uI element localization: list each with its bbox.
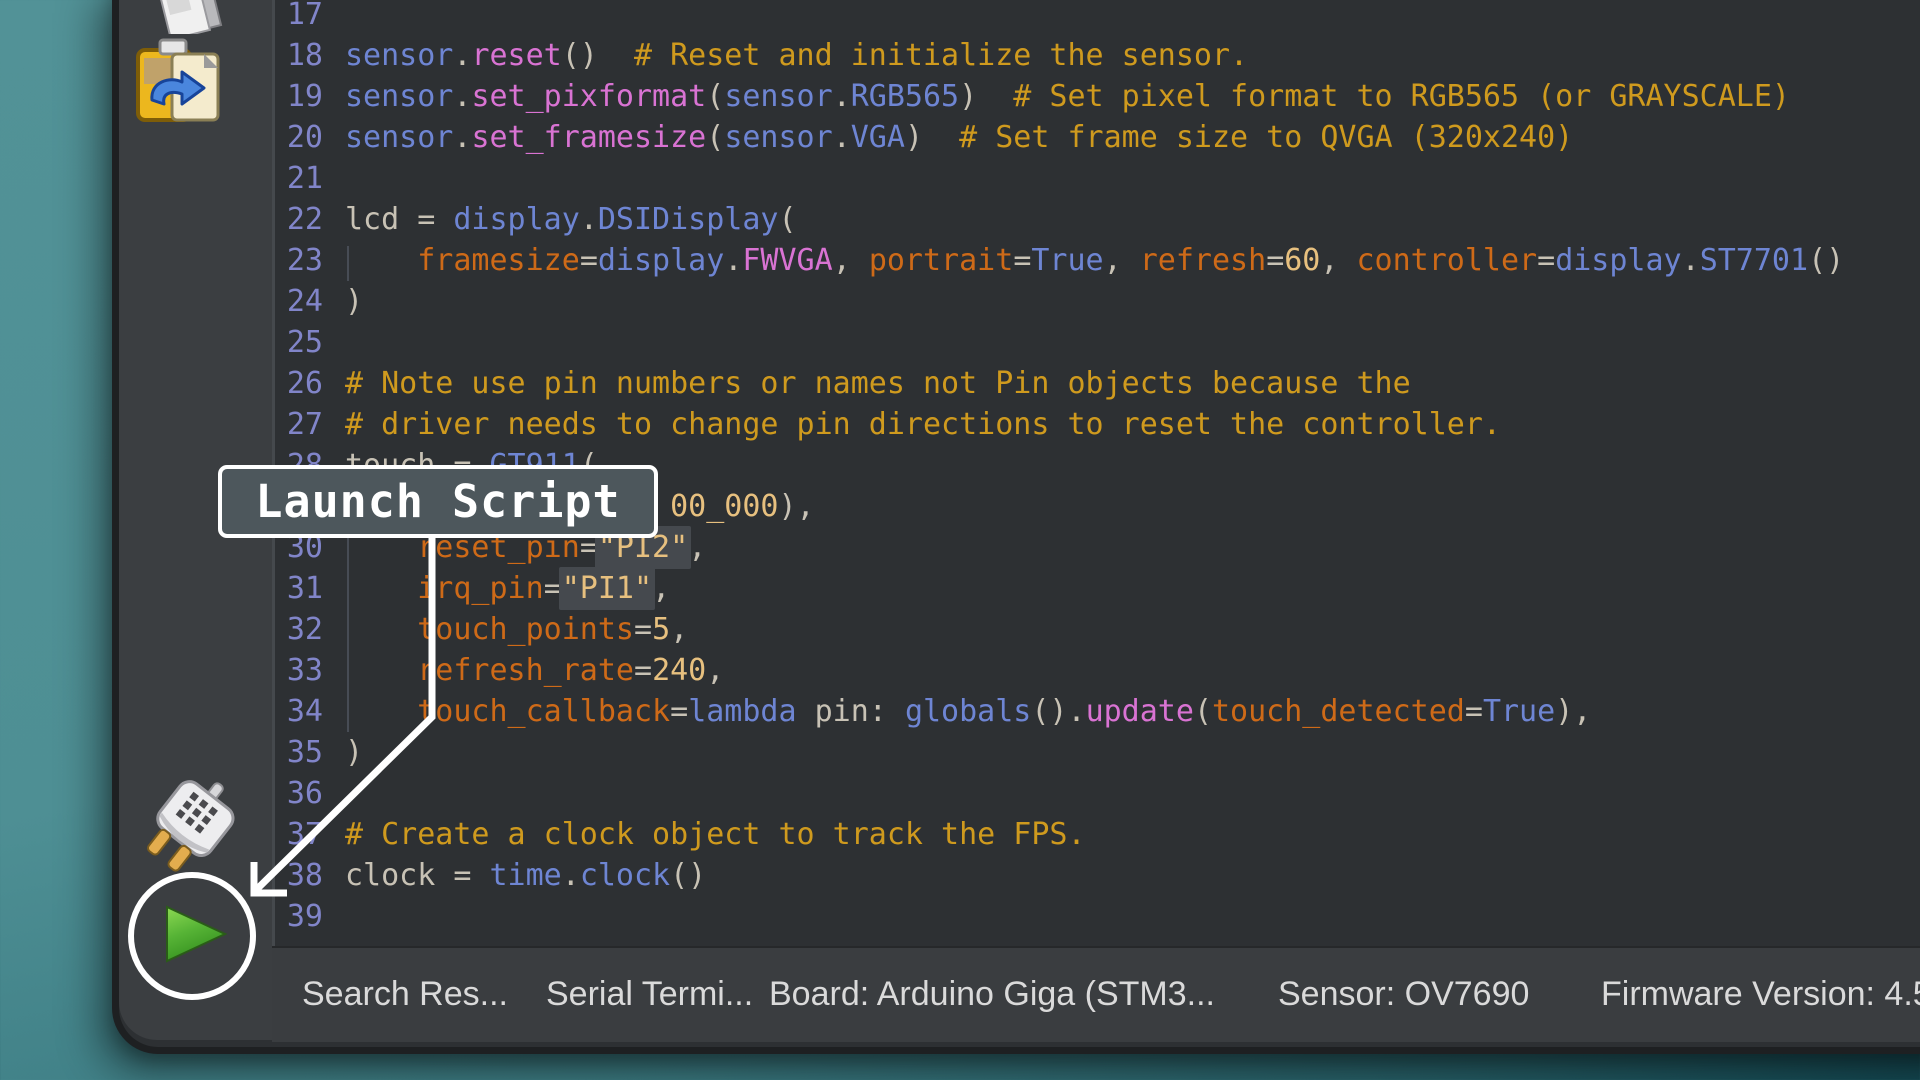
code-text: # Create a clock object to track the FPS… bbox=[323, 814, 1086, 855]
code-text: framesize=display.FWVGA, portrait=True, … bbox=[323, 240, 1844, 281]
line-number: 37 bbox=[275, 814, 323, 855]
code-text: clock = time.clock() bbox=[323, 855, 706, 896]
code-text bbox=[323, 0, 345, 35]
code-text: # driver needs to change pin directions … bbox=[323, 404, 1501, 445]
line-number: 26 bbox=[275, 363, 323, 404]
code-text: ) bbox=[323, 732, 363, 773]
tab-serial-terminal[interactable]: Serial Termi... bbox=[546, 948, 753, 1040]
line-number: 21 bbox=[275, 158, 323, 199]
code-line: 21 bbox=[275, 158, 1920, 199]
line-number: 18 bbox=[275, 35, 323, 76]
start-script-icon[interactable] bbox=[158, 898, 234, 970]
code-line: 20sensor.set_framesize(sensor.VGA) # Set… bbox=[275, 117, 1920, 158]
status-firmware-version[interactable]: Firmware Version: 4.5 bbox=[1601, 948, 1920, 1040]
code-line: 31 irq_pin="PI1", bbox=[275, 568, 1920, 609]
code-line: 35) bbox=[275, 732, 1920, 773]
code-line: 23 framesize=display.FWVGA, portrait=Tru… bbox=[275, 240, 1920, 281]
code-text bbox=[323, 158, 345, 199]
code-line: 22lcd = display.DSIDisplay( bbox=[275, 199, 1920, 240]
code-text: touch_points=5, bbox=[323, 609, 688, 650]
code-text bbox=[323, 896, 345, 937]
line-number: 17 bbox=[275, 0, 323, 35]
line-number: 22 bbox=[275, 199, 323, 240]
code-text: irq_pin="PI1", bbox=[323, 568, 670, 609]
code-line: 27# driver needs to change pin direction… bbox=[275, 404, 1920, 445]
line-number: 19 bbox=[275, 76, 323, 117]
code-line: 26# Note use pin numbers or names not Pi… bbox=[275, 363, 1920, 404]
code-line: 34 touch_callback=lambda pin: globals().… bbox=[275, 691, 1920, 732]
status-sensor[interactable]: Sensor: OV7690 bbox=[1278, 948, 1529, 1040]
line-number: 33 bbox=[275, 650, 323, 691]
line-number: 20 bbox=[275, 117, 323, 158]
line-number: 25 bbox=[275, 322, 323, 363]
line-number: 35 bbox=[275, 732, 323, 773]
connect-icon[interactable] bbox=[128, 780, 248, 884]
line-number: 27 bbox=[275, 404, 323, 445]
new-file-icon[interactable] bbox=[150, 0, 230, 34]
code-text bbox=[323, 773, 345, 814]
code-text: touch_callback=lambda pin: globals().upd… bbox=[323, 691, 1591, 732]
code-line: 38clock = time.clock() bbox=[275, 855, 1920, 896]
line-number: 31 bbox=[275, 568, 323, 609]
code-line: 17 bbox=[275, 0, 1920, 35]
code-text: # Note use pin numbers or names not Pin … bbox=[323, 363, 1411, 404]
desktop: { "app": "OpenMV IDE", "annotation": { "… bbox=[0, 0, 1920, 1080]
code-line: 39 bbox=[275, 896, 1920, 937]
code-text: refresh_rate=240, bbox=[323, 650, 724, 691]
line-number: 32 bbox=[275, 609, 323, 650]
code-line: 33 refresh_rate=240, bbox=[275, 650, 1920, 691]
launch-script-tooltip: Launch Script bbox=[218, 465, 658, 538]
tab-search-results[interactable]: Search Res... bbox=[302, 948, 508, 1040]
code-text: ) bbox=[323, 281, 363, 322]
code-text: sensor.set_pixformat(sensor.RGB565) # Se… bbox=[323, 76, 1790, 117]
tooltip-label: Launch Script bbox=[255, 475, 620, 528]
code-line: 19sensor.set_pixformat(sensor.RGB565) # … bbox=[275, 76, 1920, 117]
line-number: 36 bbox=[275, 773, 323, 814]
line-number: 34 bbox=[275, 691, 323, 732]
code-line: 32 touch_points=5, bbox=[275, 609, 1920, 650]
status-bar: Search Res... Serial Termi... Board: Ard… bbox=[272, 946, 1920, 1042]
open-file-icon[interactable] bbox=[130, 38, 226, 126]
code-line: 37# Create a clock object to track the F… bbox=[275, 814, 1920, 855]
code-text bbox=[323, 322, 345, 363]
code-text: sensor.set_framesize(sensor.VGA) # Set f… bbox=[323, 117, 1573, 158]
code-line: 25 bbox=[275, 322, 1920, 363]
code-line: 36 bbox=[275, 773, 1920, 814]
indent-guide bbox=[347, 533, 349, 732]
status-board[interactable]: Board: Arduino Giga (STM3... bbox=[769, 948, 1215, 1040]
code-line: 24) bbox=[275, 281, 1920, 322]
line-number: 23 bbox=[275, 240, 323, 281]
line-number: 38 bbox=[275, 855, 323, 896]
code-text: lcd = display.DSIDisplay( bbox=[323, 199, 797, 240]
code-line: 18sensor.reset() # Reset and initialize … bbox=[275, 35, 1920, 76]
line-number: 24 bbox=[275, 281, 323, 322]
line-number: 39 bbox=[275, 896, 323, 937]
indent-guide bbox=[347, 246, 349, 281]
code-text: sensor.reset() # Reset and initialize th… bbox=[323, 35, 1248, 76]
